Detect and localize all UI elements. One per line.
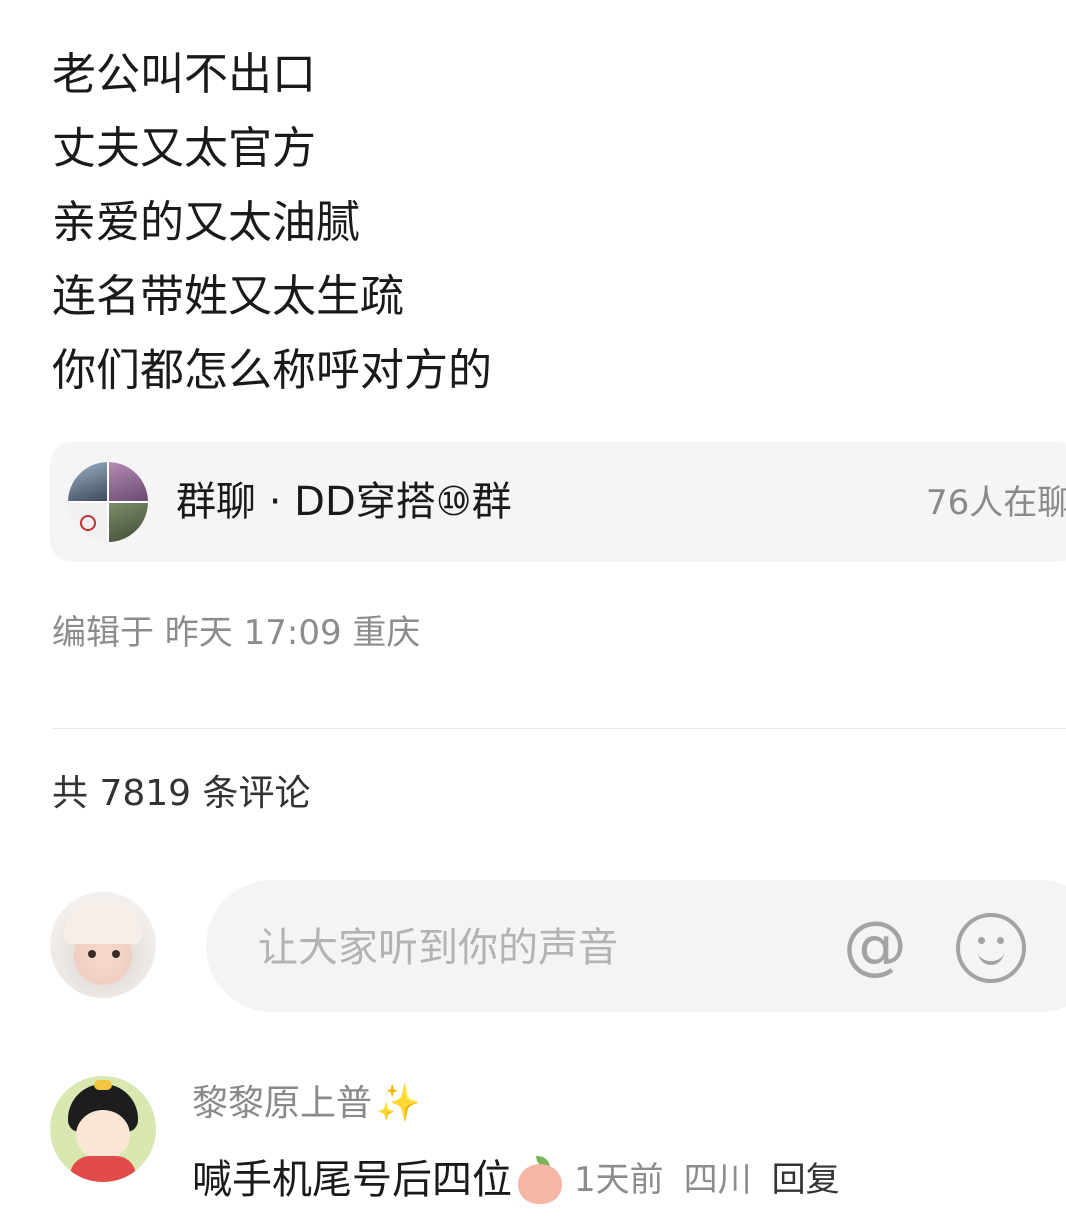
post-content: 老公叫不出口 丈夫又太官方 亲爱的又太油腻 连名带姓又太生疏 你们都怎么称呼对方… — [52, 38, 492, 408]
avatar-dress — [70, 1156, 136, 1182]
avatar-face — [76, 1110, 130, 1160]
comment-input[interactable]: 让大家听到你的声音 @ — [206, 880, 1066, 1012]
edit-meta: 编辑于 昨天 17:09 重庆 — [52, 613, 421, 653]
group-avatar-tile — [68, 503, 107, 542]
smiley-eye — [997, 937, 1004, 944]
comment-text: 喊手机尾号后四位 — [192, 1157, 512, 1203]
lollipop-icon — [79, 514, 96, 531]
group-avatar-tile — [68, 462, 107, 501]
group-chat-title: 群聊 · DD穿搭⑩群 — [176, 479, 512, 525]
group-avatar-tile — [109, 462, 148, 501]
peach-body — [518, 1164, 562, 1204]
comment-count: 共 7819 条评论 — [52, 773, 311, 814]
comment-location: 四川 — [683, 1160, 752, 1200]
smiley-icon[interactable] — [956, 913, 1026, 983]
divider — [52, 728, 1066, 729]
avatar-bow — [94, 1080, 112, 1090]
post-line: 丈夫又太官方 — [52, 123, 316, 174]
current-user-avatar[interactable] — [50, 892, 156, 998]
comment-input-placeholder: 让大家听到你的声音 — [258, 925, 618, 971]
post-line: 你们都怎么称呼对方的 — [52, 345, 492, 396]
avatar-eye — [112, 950, 120, 958]
reply-button[interactable]: 回复 — [772, 1160, 840, 1200]
smiley-mouth — [978, 947, 1004, 965]
comment-time: 1天前 — [574, 1160, 664, 1200]
comment-username[interactable]: 黎黎原上普 ✨ — [192, 1080, 421, 1128]
group-chat-card[interactable]: 群聊 · DD穿搭⑩群 76人在聊 — [50, 442, 1066, 562]
at-icon[interactable]: @ — [842, 913, 908, 979]
comment-username-text: 黎黎原上普 — [192, 1083, 373, 1124]
group-avatar-tile — [109, 503, 148, 542]
avatar-eye — [88, 950, 96, 958]
smiley-eye — [978, 937, 985, 944]
avatar-hat — [64, 898, 142, 944]
group-online-count: 76人在聊 — [926, 483, 1066, 523]
post-line: 老公叫不出口 — [52, 49, 316, 100]
post-line: 亲爱的又太油腻 — [52, 197, 360, 248]
peach-icon — [516, 1156, 564, 1204]
sparkle-icon: ✨ — [376, 1083, 421, 1124]
comment-avatar[interactable] — [50, 1076, 156, 1182]
comment-body: 喊手机尾号后四位 1天前 四川 回复 — [192, 1152, 840, 1208]
post-line: 连名带姓又太生疏 — [52, 271, 404, 322]
group-avatar — [68, 462, 148, 542]
